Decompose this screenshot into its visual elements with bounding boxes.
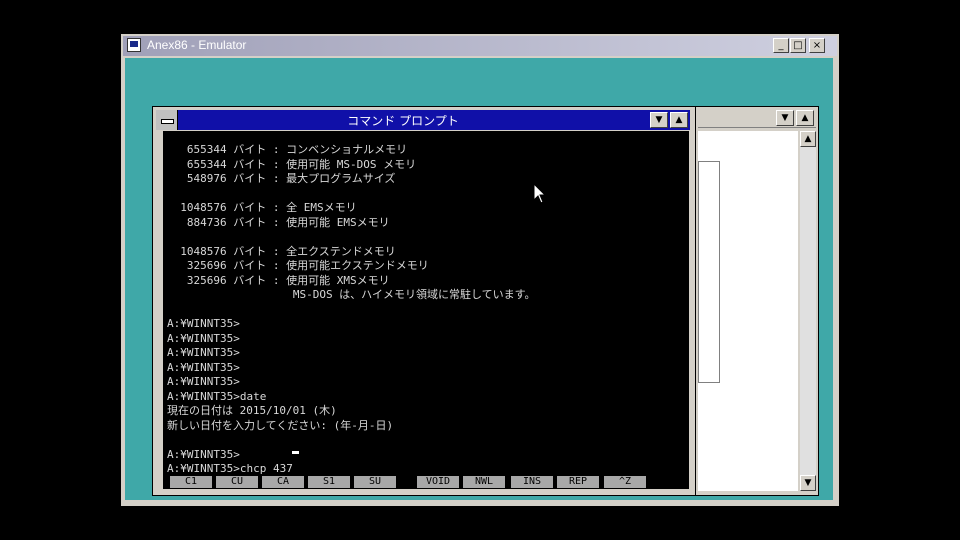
emulator-titlebar[interactable]: Anex86 - Emulator _ □ × bbox=[123, 36, 837, 56]
console-line: MS-DOS は、ハイメモリ領域に常駐しています。 bbox=[167, 288, 536, 301]
emulator-window: Anex86 - Emulator _ □ × ▼ ▲ ▲ ▼ コマンド プロン… bbox=[121, 34, 839, 506]
console-line: A:¥WINNT35> bbox=[167, 346, 240, 359]
command-prompt-title: コマンド プロンプト bbox=[347, 114, 459, 128]
scroll-up-button[interactable]: ▲ bbox=[796, 110, 814, 126]
left-scrollbar[interactable] bbox=[156, 131, 162, 487]
console-line: 325696 バイト : 使用可能エクステンドメモリ bbox=[167, 259, 429, 272]
console-line: 1048576 バイト : 全 EMSメモリ bbox=[167, 201, 357, 214]
console-lines: 655344 バイト : コンベンショナルメモリ 655344 バイト : 使用… bbox=[167, 143, 536, 475]
console-line: A:¥WINNT35>date bbox=[167, 389, 267, 403]
console-line: A:¥WINNT35> bbox=[167, 360, 240, 374]
minimize-button[interactable]: _ bbox=[773, 38, 789, 53]
scroll-up-arrow-icon[interactable]: ▲ bbox=[800, 131, 816, 147]
fkey-c1[interactable]: C1 bbox=[170, 476, 212, 488]
background-window-panel bbox=[698, 161, 720, 383]
console-line: 655344 バイト : 使用可能 MS-DOS メモリ bbox=[167, 157, 417, 171]
fkey-cu[interactable]: CU bbox=[216, 476, 258, 488]
scroll-down-button[interactable]: ▼ bbox=[650, 112, 668, 128]
emulator-desktop: ▼ ▲ ▲ ▼ コマンド プロンプト ▼ ▲ 655344 バイト : コンベン… bbox=[125, 58, 833, 500]
console-line: 新しい日付を入力してください: (年-月-日) bbox=[167, 418, 394, 432]
console-line: A:¥WINNT35>chcp 437 bbox=[167, 462, 293, 475]
fkey-nwl[interactable]: NWL bbox=[463, 476, 505, 488]
function-key-bar: C1 CU CA S1 SU VOID NWL INS REP ^Z bbox=[163, 475, 689, 489]
window-title: Anex86 - Emulator bbox=[147, 38, 247, 52]
fkey-ca[interactable]: CA bbox=[262, 476, 304, 488]
command-prompt-window[interactable]: コマンド プロンプト ▼ ▲ 655344 バイト : コンベンショナルメモリ … bbox=[152, 106, 696, 496]
fkey-s1[interactable]: S1 bbox=[308, 476, 350, 488]
vertical-scrollbar[interactable]: ▲ ▼ bbox=[800, 131, 816, 491]
console-line: 548976 バイト : 最大プログラムサイズ bbox=[167, 172, 396, 185]
scroll-down-arrow-icon[interactable]: ▼ bbox=[800, 475, 816, 491]
console-line: A:¥WINNT35> bbox=[167, 331, 240, 345]
console-line: A:¥WINNT35> bbox=[167, 375, 240, 388]
console-line: A:¥WINNT35> bbox=[167, 447, 240, 461]
fkey-ins[interactable]: INS bbox=[511, 476, 553, 488]
background-window-content bbox=[698, 131, 798, 491]
mouse-pointer-icon bbox=[533, 183, 547, 204]
scroll-down-button[interactable]: ▼ bbox=[776, 110, 794, 126]
console-line: 655344 バイト : コンベンショナルメモリ bbox=[167, 143, 408, 156]
window-bottom-border bbox=[156, 489, 690, 493]
console-line: 325696 バイト : 使用可能 XMSメモリ bbox=[167, 273, 390, 287]
close-button[interactable]: × bbox=[809, 38, 825, 53]
scroll-up-button[interactable]: ▲ bbox=[670, 112, 688, 128]
fkey-ctrl-z[interactable]: ^Z bbox=[604, 476, 646, 488]
console-output[interactable]: 655344 バイト : コンベンショナルメモリ 655344 バイト : 使用… bbox=[163, 131, 689, 475]
fkey-su[interactable]: SU bbox=[354, 476, 396, 488]
console-line: A:¥WINNT35> bbox=[167, 317, 240, 330]
background-window-titlebar[interactable]: ▼ ▲ bbox=[698, 109, 816, 128]
maximize-button[interactable]: □ bbox=[790, 38, 806, 53]
console-line: 現在の日付は 2015/10/01 (木) bbox=[167, 404, 337, 417]
app-icon[interactable] bbox=[127, 38, 141, 52]
fkey-void[interactable]: VOID bbox=[417, 476, 459, 488]
fkey-rep[interactable]: REP bbox=[557, 476, 599, 488]
text-cursor bbox=[292, 451, 299, 454]
background-window[interactable]: ▼ ▲ ▲ ▼ bbox=[695, 106, 819, 496]
command-prompt-titlebar[interactable]: コマンド プロンプト ▼ ▲ bbox=[156, 110, 690, 130]
console-line: 884736 バイト : 使用可能 EMSメモリ bbox=[167, 215, 390, 229]
console-line: 1048576 バイト : 全エクステンドメモリ bbox=[167, 244, 396, 258]
